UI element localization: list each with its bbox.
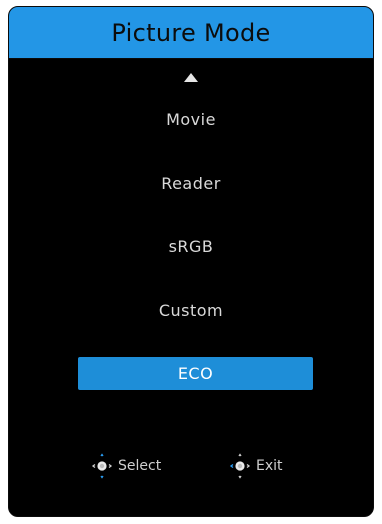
menu-item-eco[interactable]: ECO	[78, 357, 313, 390]
osd-menu-panel: Picture Mode Movie Reader sRGB Custom EC…	[8, 6, 374, 517]
menu-item-reader[interactable]: Reader	[9, 174, 373, 193]
select-hint: Select	[89, 451, 161, 481]
exit-hint: Exit	[227, 451, 283, 481]
select-hint-label: Select	[118, 458, 162, 474]
menu-item-custom[interactable]: Custom	[9, 301, 373, 320]
control-hints: Select Exit	[9, 451, 373, 481]
menu-item-srgb[interactable]: sRGB	[9, 237, 373, 256]
menu-item-movie[interactable]: Movie	[9, 110, 373, 129]
exit-hint-label: Exit	[256, 458, 283, 474]
picture-mode-menu: Movie Reader sRGB Custom ECO	[9, 7, 373, 516]
joystick-left-right-icon	[89, 451, 115, 481]
joystick-left-icon	[227, 451, 253, 481]
